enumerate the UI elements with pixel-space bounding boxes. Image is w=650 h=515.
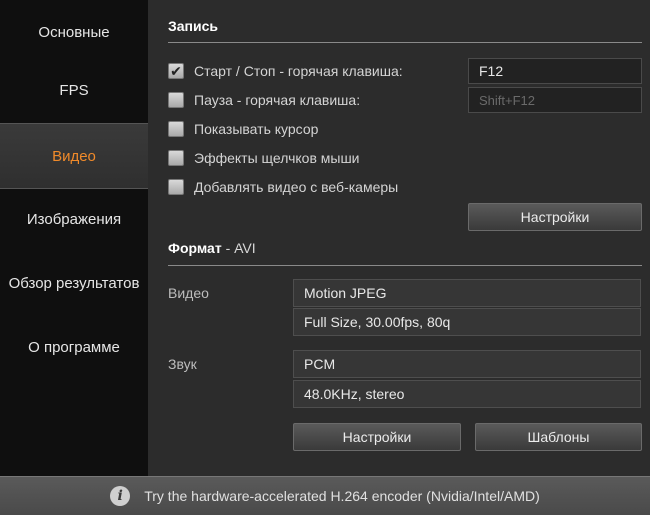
checkbox-unchecked-icon[interactable]: [168, 92, 184, 108]
format-section-title: Формат - AVI: [168, 240, 256, 256]
video-label: Видео: [168, 285, 209, 301]
sidebar-item-label: Обзор результатов: [8, 274, 140, 292]
start-stop-hotkey-checkbox[interactable]: ✔ Старт / Стоп - горячая клавиша:: [168, 61, 403, 81]
main-panel: Запись ✔ Старт / Стоп - горячая клавиша:…: [148, 0, 650, 476]
checkbox-unchecked-icon[interactable]: [168, 179, 184, 195]
format-subtitle: - AVI: [221, 240, 256, 256]
checkbox-unchecked-icon[interactable]: [168, 150, 184, 166]
record-section-title: Запись: [168, 18, 219, 34]
sidebar-item-fps[interactable]: FPS: [0, 58, 148, 122]
audio-params-box: 48.0KHz, stereo: [293, 380, 641, 408]
pause-hotkey-field[interactable]: Shift+F12: [468, 87, 642, 113]
info-icon: i: [110, 486, 131, 506]
record-divider: [168, 42, 642, 43]
sidebar-item-label: Изображения: [26, 210, 122, 228]
sidebar-item-about[interactable]: О программе: [0, 315, 148, 379]
video-params-box: Full Size, 30.00fps, 80q: [293, 308, 641, 336]
click-effects-checkbox[interactable]: Эффекты щелчков мыши: [168, 148, 360, 168]
footer-hint-bar[interactable]: i Try the hardware-accelerated H.264 enc…: [0, 476, 650, 515]
checkbox-unchecked-icon[interactable]: [168, 121, 184, 137]
sidebar-item-results[interactable]: Обзор результатов: [0, 251, 148, 315]
checkbox-label: Эффекты щелчков мыши: [194, 150, 360, 166]
sidebar-item-general[interactable]: Основные: [0, 0, 148, 64]
pause-hotkey-checkbox[interactable]: Пауза - горячая клавиша:: [168, 90, 360, 110]
start-stop-hotkey-field[interactable]: F12: [468, 58, 642, 84]
checkbox-label: Старт / Стоп - горячая клавиша:: [194, 63, 403, 79]
sidebar: Основные FPS Видео Изображения Обзор рез…: [0, 0, 148, 476]
checkbox-label: Показывать курсор: [194, 121, 319, 137]
templates-button[interactable]: Шаблоны: [475, 423, 642, 451]
webcam-overlay-checkbox[interactable]: Добавлять видео с веб-камеры: [168, 177, 398, 197]
sidebar-item-video[interactable]: Видео: [0, 123, 148, 189]
sidebar-item-label: Основные: [38, 23, 110, 41]
sidebar-item-label: О программе: [28, 338, 120, 356]
checkbox-checked-icon[interactable]: ✔: [168, 63, 184, 79]
format-title: Формат: [168, 240, 222, 256]
checkbox-label: Пауза - горячая клавиша:: [194, 92, 361, 108]
record-settings-button[interactable]: Настройки: [468, 203, 642, 231]
audio-codec-box: PCM: [293, 350, 641, 378]
format-settings-button[interactable]: Настройки: [293, 423, 461, 451]
format-divider: [168, 265, 642, 266]
sidebar-item-images[interactable]: Изображения: [0, 187, 148, 251]
checkbox-label: Добавлять видео с веб-камеры: [194, 179, 399, 195]
video-codec-box: Motion JPEG: [293, 279, 641, 307]
sidebar-item-label: Видео: [52, 147, 96, 165]
footer-message[interactable]: Try the hardware-accelerated H.264 encod…: [144, 488, 540, 504]
sidebar-item-label: FPS: [59, 81, 89, 99]
audio-label: Звук: [168, 356, 197, 372]
show-cursor-checkbox[interactable]: Показывать курсор: [168, 119, 318, 139]
